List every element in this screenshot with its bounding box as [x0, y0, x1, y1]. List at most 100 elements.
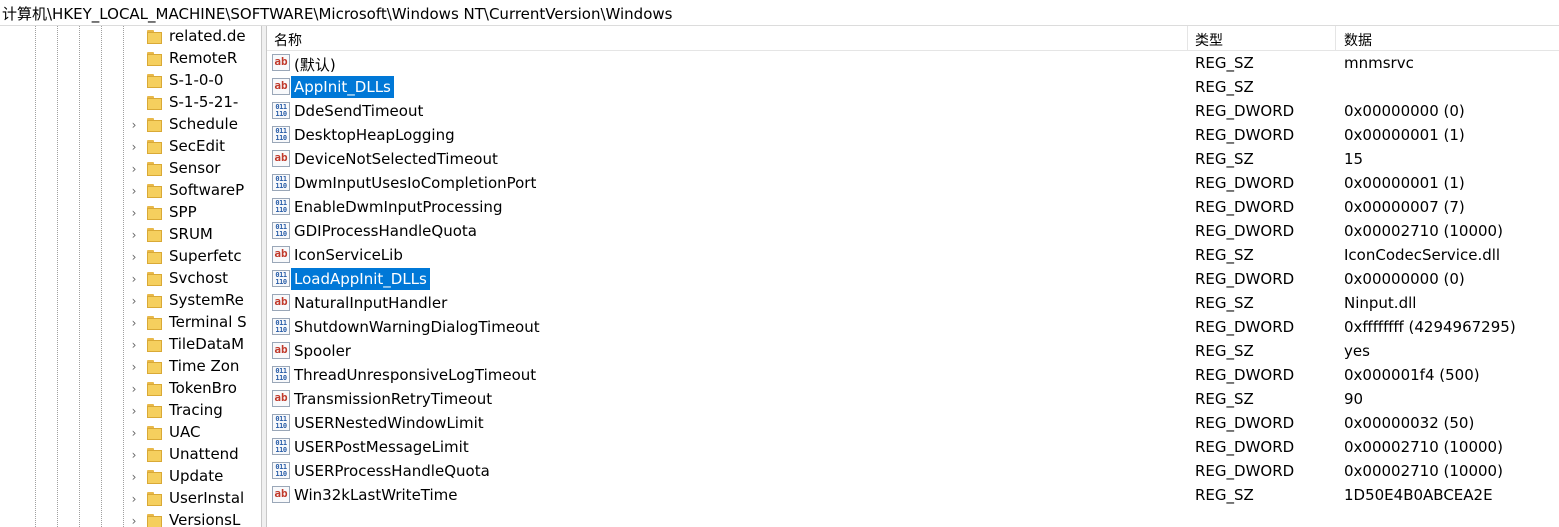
chevron-right-icon[interactable]: › — [128, 294, 140, 308]
key-tree[interactable]: related.de RemoteR S-1-0-0 S-1-5-21- › Schedu… — [0, 26, 261, 527]
address-path[interactable]: 计算机\HKEY_LOCAL_MACHINE\SOFTWARE\Microsof… — [2, 3, 672, 24]
tree-item-label: Svchost — [169, 269, 229, 287]
value-name[interactable]: AppInit_DLLs — [291, 76, 394, 98]
chevron-right-icon[interactable]: › — [128, 360, 140, 374]
tree-item[interactable]: › UAC — [0, 422, 261, 444]
chevron-right-icon[interactable]: › — [128, 316, 140, 330]
tree-item[interactable]: › Terminal S — [0, 312, 261, 334]
column-divider[interactable] — [1187, 26, 1188, 51]
value-list[interactable]: 名称 类型 数据 ab (默认) REG_SZ mnmsrvc ab AppInit_DL… — [267, 26, 1559, 527]
value-row[interactable]: 011 110 USERProcessHandleQuota REG_DWORD 0x0… — [267, 459, 1559, 483]
column-header-data[interactable]: 数据 — [1344, 30, 1372, 50]
tree-item[interactable]: › UserInstal — [0, 488, 261, 510]
value-type: REG_DWORD — [1195, 174, 1295, 192]
tree-item-label: UserInstal — [169, 489, 245, 507]
address-bar[interactable]: 计算机\HKEY_LOCAL_MACHINE\SOFTWARE\Microsof… — [0, 0, 1559, 26]
tree-item[interactable]: RemoteR — [0, 48, 261, 70]
value-name[interactable]: DeviceNotSelectedTimeout — [291, 148, 501, 170]
chevron-right-icon[interactable]: › — [128, 404, 140, 418]
value-name[interactable]: LoadAppInit_DLLs — [291, 268, 430, 290]
folder-icon — [147, 96, 162, 111]
tree-item[interactable]: S-1-0-0 — [0, 70, 261, 92]
value-name[interactable]: USERNestedWindowLimit — [291, 412, 487, 434]
value-name[interactable]: USERProcessHandleQuota — [291, 460, 493, 482]
chevron-right-icon[interactable]: › — [128, 140, 140, 154]
value-row[interactable]: ab TransmissionRetryTimeout REG_SZ 90 — [267, 387, 1559, 411]
chevron-right-icon[interactable]: › — [128, 118, 140, 132]
folder-icon — [147, 294, 162, 309]
value-row[interactable]: ab Spooler REG_SZ yes — [267, 339, 1559, 363]
value-name[interactable]: DwmInputUsesIoCompletionPort — [291, 172, 539, 194]
column-header-type[interactable]: 类型 — [1195, 30, 1223, 50]
value-row[interactable]: 011 110 DwmInputUsesIoCompletionPort REG_DW… — [267, 171, 1559, 195]
value-name[interactable]: DdeSendTimeout — [291, 100, 426, 122]
value-name[interactable]: Spooler — [291, 340, 354, 362]
tree-item[interactable]: › Tracing — [0, 400, 261, 422]
value-type: REG_SZ — [1195, 78, 1254, 96]
tree-item[interactable]: › SecEdit — [0, 136, 261, 158]
value-row[interactable]: ab IconServiceLib REG_SZ IconCodecService.d… — [267, 243, 1559, 267]
value-row[interactable]: ab DeviceNotSelectedTimeout REG_SZ 15 — [267, 147, 1559, 171]
chevron-right-icon[interactable]: › — [128, 514, 140, 527]
chevron-right-icon[interactable]: › — [128, 272, 140, 286]
tree-item[interactable]: › Time Zon — [0, 356, 261, 378]
tree-item[interactable]: related.de — [0, 26, 261, 48]
tree-item[interactable]: › Svchost — [0, 268, 261, 290]
tree-item[interactable]: S-1-5-21- — [0, 92, 261, 114]
value-name[interactable]: DesktopHeapLogging — [291, 124, 458, 146]
value-row[interactable]: 011 110 ShutdownWarningDialogTimeout REG_DW… — [267, 315, 1559, 339]
column-divider[interactable] — [1335, 26, 1336, 51]
tree-item[interactable]: › SystemRe — [0, 290, 261, 312]
tree-item[interactable]: › SPP — [0, 202, 261, 224]
value-name[interactable]: (默认) — [291, 52, 339, 74]
value-row[interactable]: 011 110 GDIProcessHandleQuota REG_DWORD 0x00… — [267, 219, 1559, 243]
value-name[interactable]: EnableDwmInputProcessing — [291, 196, 505, 218]
value-row[interactable]: 011 110 LoadAppInit_DLLs REG_DWORD 0x0000000… — [267, 267, 1559, 291]
tree-item[interactable]: › VersionsL — [0, 510, 261, 527]
binary-value-icon: 011 110 — [272, 222, 290, 239]
value-name[interactable]: TransmissionRetryTimeout — [291, 388, 495, 410]
value-row[interactable]: 011 110 DesktopHeapLogging REG_DWORD 0x00000… — [267, 123, 1559, 147]
tree-item[interactable]: › TokenBro — [0, 378, 261, 400]
value-name[interactable]: NaturalInputHandler — [291, 292, 450, 314]
chevron-right-icon[interactable]: › — [128, 382, 140, 396]
value-row[interactable]: 011 110 USERNestedWindowLimit REG_DWORD 0x00… — [267, 411, 1559, 435]
chevron-right-icon[interactable]: › — [128, 492, 140, 506]
chevron-right-icon[interactable]: › — [128, 470, 140, 484]
column-header-name[interactable]: 名称 — [274, 30, 302, 50]
value-name[interactable]: USERPostMessageLimit — [291, 436, 472, 458]
tree-item[interactable]: › Superfetc — [0, 246, 261, 268]
value-name[interactable]: ShutdownWarningDialogTimeout — [291, 316, 543, 338]
value-row[interactable]: ab Win32kLastWriteTime REG_SZ 1D50E4B0ABCEA… — [267, 483, 1559, 507]
tree-item[interactable]: › SoftwareP — [0, 180, 261, 202]
value-row[interactable]: ab (默认) REG_SZ mnmsrvc — [267, 51, 1559, 75]
value-name[interactable]: IconServiceLib — [291, 244, 406, 266]
tree-item[interactable]: › Sensor — [0, 158, 261, 180]
folder-body — [147, 450, 162, 462]
value-row[interactable]: ab AppInit_DLLs REG_SZ — [267, 75, 1559, 99]
value-name[interactable]: GDIProcessHandleQuota — [291, 220, 480, 242]
value-name[interactable]: ThreadUnresponsiveLogTimeout — [291, 364, 539, 386]
value-row[interactable]: 011 110 ThreadUnresponsiveLogTimeout REG_DW… — [267, 363, 1559, 387]
tree-item-label: Superfetc — [169, 247, 242, 265]
chevron-right-icon[interactable]: › — [128, 228, 140, 242]
value-row[interactable]: 011 110 DdeSendTimeout REG_DWORD 0x00000000 … — [267, 99, 1559, 123]
folder-icon — [147, 514, 162, 527]
chevron-right-icon[interactable]: › — [128, 448, 140, 462]
value-row[interactable]: ab NaturalInputHandler REG_SZ Ninput.dll — [267, 291, 1559, 315]
chevron-right-icon[interactable]: › — [128, 206, 140, 220]
chevron-right-icon[interactable]: › — [128, 338, 140, 352]
tree-item[interactable]: › SRUM — [0, 224, 261, 246]
chevron-right-icon[interactable]: › — [128, 162, 140, 176]
tree-item-label: SoftwareP — [169, 181, 245, 199]
tree-item[interactable]: › Schedule — [0, 114, 261, 136]
value-row[interactable]: 011 110 EnableDwmInputProcessing REG_DWORD 0… — [267, 195, 1559, 219]
tree-item[interactable]: › Update — [0, 466, 261, 488]
chevron-right-icon[interactable]: › — [128, 184, 140, 198]
value-row[interactable]: 011 110 USERPostMessageLimit REG_DWORD 0x000… — [267, 435, 1559, 459]
tree-item[interactable]: › TileDataM — [0, 334, 261, 356]
value-name[interactable]: Win32kLastWriteTime — [291, 484, 461, 506]
tree-item[interactable]: › Unattend — [0, 444, 261, 466]
chevron-right-icon[interactable]: › — [128, 250, 140, 264]
chevron-right-icon[interactable]: › — [128, 426, 140, 440]
